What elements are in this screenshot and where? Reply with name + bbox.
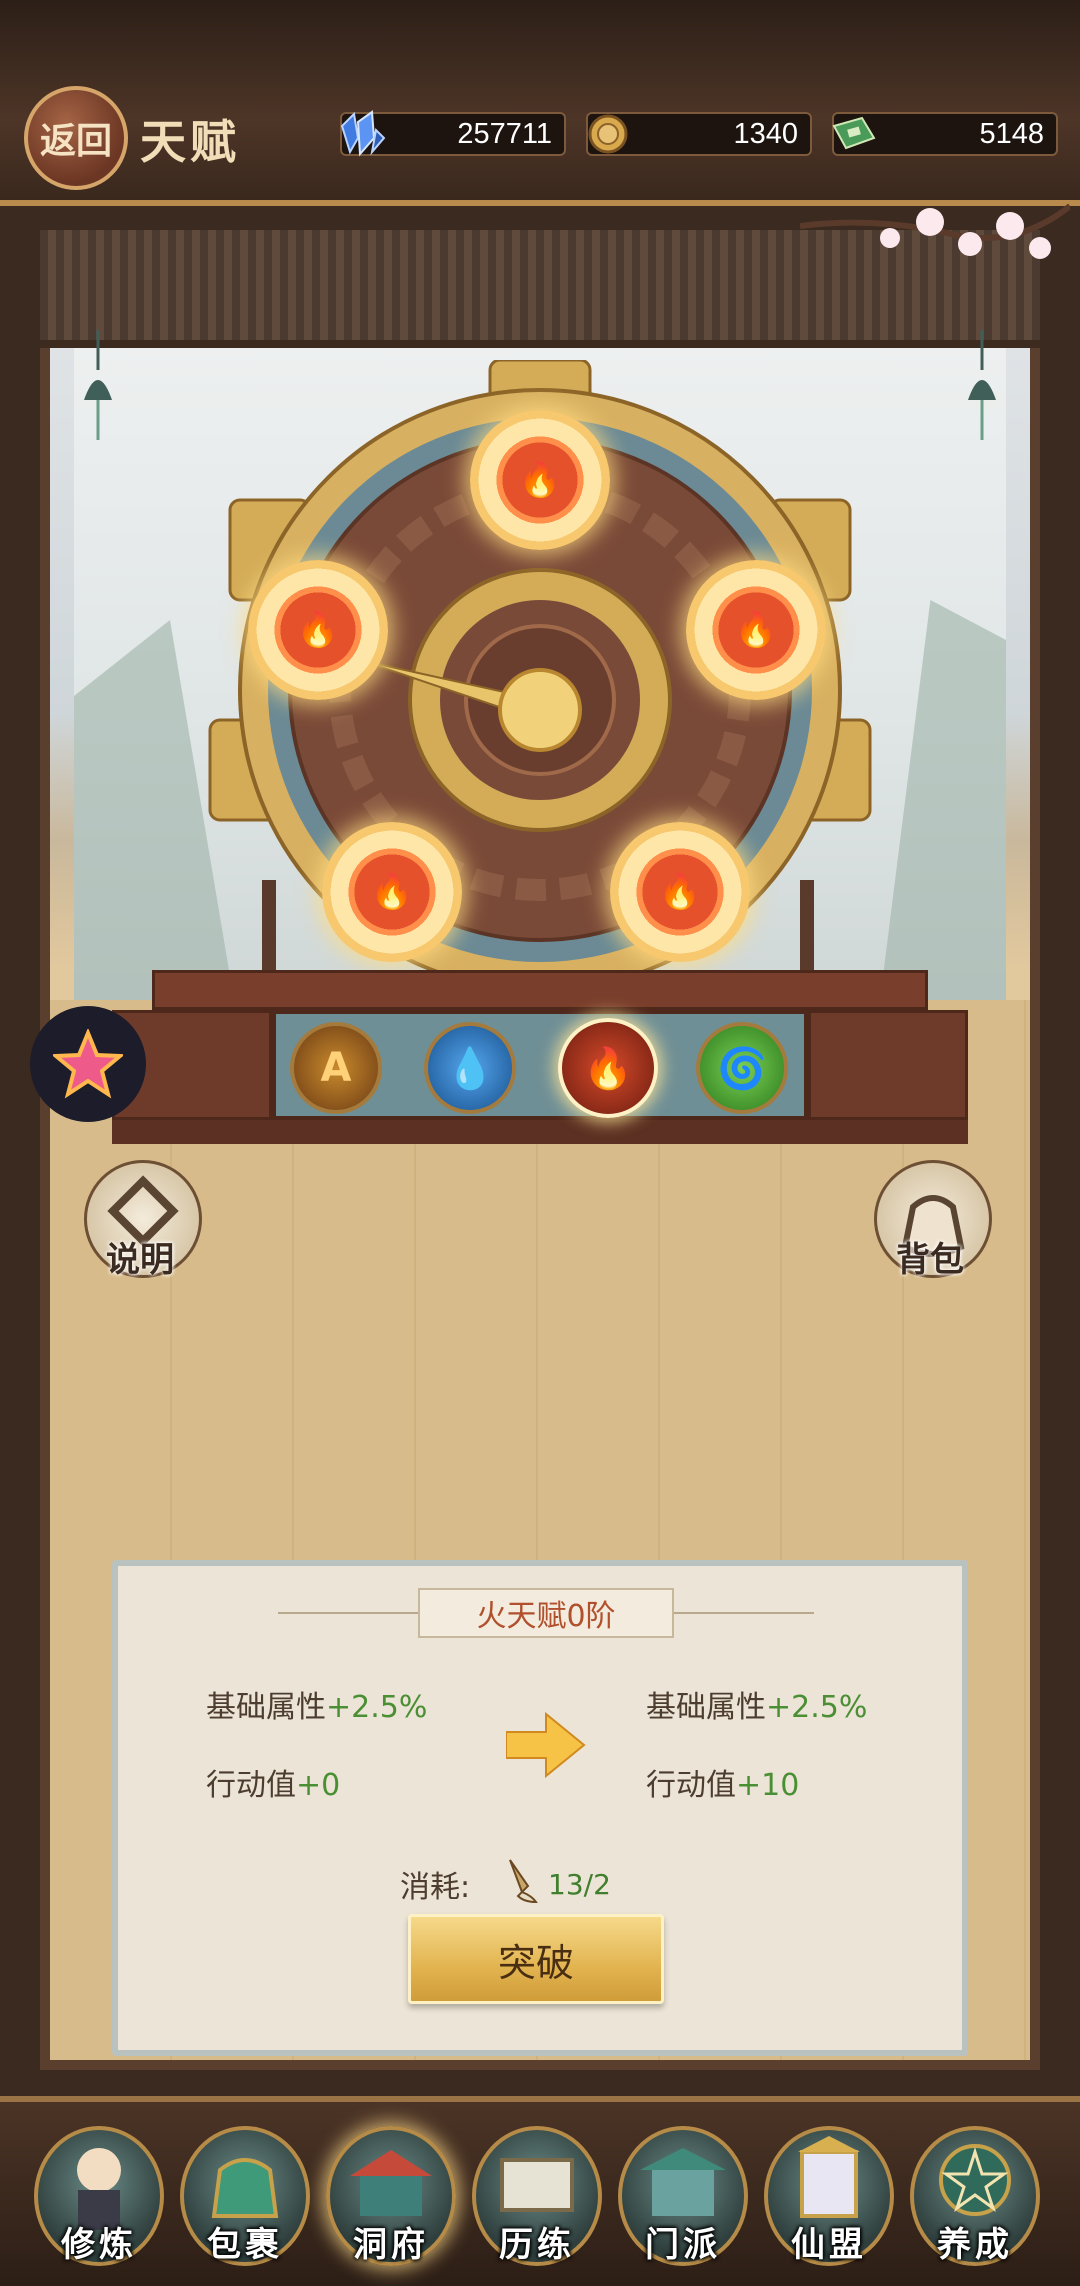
next-action-stat: 行动值+10 — [646, 1760, 799, 1804]
fire-icon: 🔥 — [296, 610, 340, 650]
stand-leg-right — [800, 880, 814, 980]
fire-element-button[interactable]: 🔥 — [558, 1018, 658, 1118]
page-title: 天赋 — [140, 115, 240, 169]
cave-palace-icon — [350, 2150, 432, 2216]
fire-icon: 🔥 — [370, 872, 414, 912]
pouch-icon — [211, 2158, 279, 2218]
fire-slot-right[interactable]: 🔥 — [686, 560, 826, 700]
nav-inventory-label: 包裹 — [207, 2225, 283, 2265]
earth-element-button[interactable]: A — [290, 1022, 382, 1114]
nav-training-label: 历练 — [499, 2225, 575, 2265]
fire-icon: 🔥 — [734, 610, 778, 650]
nav-develop-label: 养成 — [937, 2225, 1013, 2265]
arrow-right-icon — [506, 1711, 586, 1779]
coin-resource: 1340 — [586, 112, 812, 156]
current-action-label: 行动值 — [206, 1768, 296, 1803]
talent-detail-panel: 火天赋0阶 基础属性+2.5% 行动值+0 基础属性+2.5% 行动值+10 消… — [112, 1560, 968, 2056]
cultivator-avatar-icon — [77, 2148, 121, 2230]
next-action-label: 行动值 — [646, 1768, 736, 1803]
pentagram-icon — [939, 2144, 1011, 2216]
top-bar — [0, 0, 1080, 206]
breakthrough-button[interactable]: 突破 — [408, 1914, 664, 2004]
fire-icon: 🔥 — [658, 872, 702, 912]
fire-icon: 🔥 — [518, 460, 562, 500]
bell-left-icon — [84, 330, 112, 440]
nav-cultivate-label: 修炼 — [61, 2225, 137, 2265]
wind-element-icon: 🌀 — [717, 1045, 767, 1092]
fire-element-icon: 🔥 — [583, 1045, 633, 1092]
current-base-stat: 基础属性+2.5% — [206, 1682, 427, 1726]
fire-slot-bottom-left[interactable]: 🔥 — [322, 822, 462, 962]
nav-cave-label: 洞府 — [353, 2225, 429, 2265]
bag-label: 背包 — [896, 1240, 964, 1280]
sect-gate-icon — [640, 2148, 726, 2216]
nav-inventory[interactable]: 包裹 — [180, 2126, 310, 2266]
blossom-branch-icon — [800, 203, 1070, 259]
nav-alliance-label: 仙盟 — [791, 2225, 867, 2265]
nav-cultivate[interactable]: 修炼 — [34, 2126, 164, 2266]
nav-sect[interactable]: 门派 — [618, 2126, 748, 2266]
wind-element-button[interactable]: 🌀 — [696, 1022, 788, 1114]
next-base-value: +2.5% — [766, 1690, 868, 1725]
fire-slot-top[interactable]: 🔥 — [470, 410, 610, 550]
floating-assistant-button[interactable] — [30, 1006, 146, 1122]
next-base-label: 基础属性 — [646, 1690, 766, 1725]
current-base-label: 基础属性 — [206, 1690, 326, 1725]
cost-value: 13/2 — [548, 1868, 611, 1901]
scroll-icon — [500, 2158, 574, 2212]
wheel-base — [112, 970, 968, 1150]
crystal-value: 257711 — [457, 118, 552, 150]
stand-leg-left — [262, 880, 276, 980]
star-icon — [53, 1029, 123, 1099]
earth-element-icon: A — [320, 1045, 352, 1091]
back-button[interactable]: 返回 — [24, 86, 128, 190]
current-action-value: +0 — [296, 1768, 341, 1803]
jade-book-value: 5148 — [979, 118, 1044, 150]
coin-value: 1340 — [733, 118, 798, 150]
next-base-stat: 基础属性+2.5% — [646, 1682, 867, 1726]
water-element-button[interactable]: 💧 — [424, 1022, 516, 1114]
current-base-value: +2.5% — [326, 1690, 428, 1725]
nav-training[interactable]: 历练 — [472, 2126, 602, 2266]
cost-label: 消耗: — [400, 1870, 471, 1905]
jade-book-icon — [832, 116, 876, 150]
jade-book-resource: 5148 — [832, 112, 1058, 156]
fire-slot-left[interactable]: 🔥 — [248, 560, 388, 700]
current-action-stat: 行动值+0 — [206, 1760, 340, 1804]
crystal-icon — [340, 110, 386, 157]
panel-title: 火天赋0阶 — [418, 1588, 674, 1638]
nav-alliance[interactable]: 仙盟 — [764, 2126, 894, 2266]
help-label: 说明 — [106, 1240, 174, 1280]
brush-item-icon — [509, 1859, 538, 1904]
nav-develop[interactable]: 养成 — [910, 2126, 1040, 2266]
coin-icon — [588, 114, 628, 154]
fire-slot-bottom-right[interactable]: 🔥 — [610, 822, 750, 962]
nav-cave[interactable]: 洞府 — [326, 2126, 456, 2266]
next-action-value: +10 — [736, 1768, 800, 1803]
bell-right-icon — [968, 330, 996, 440]
alliance-banner-icon — [798, 2136, 860, 2218]
nav-sect-label: 门派 — [645, 2225, 721, 2265]
water-element-icon: 💧 — [445, 1045, 495, 1092]
crystal-resource: 257711 — [340, 110, 566, 157]
